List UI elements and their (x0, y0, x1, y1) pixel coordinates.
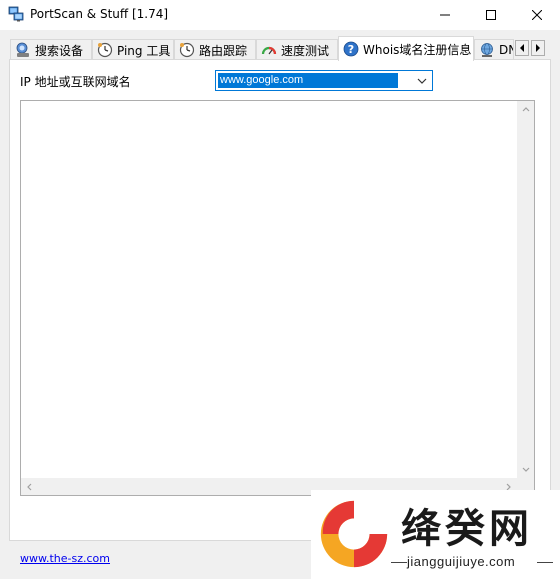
tab-dns[interactable]: DN (474, 39, 514, 60)
tab-traceroute[interactable]: 路由跟踪 (174, 39, 256, 60)
app-window: PortScan & Stuff [1.74] 搜索设备 Ping 工具 路由跟… (0, 0, 560, 579)
tab-label: Ping 工具 (117, 43, 171, 58)
maximize-icon (486, 10, 496, 20)
scroll-left-button[interactable] (21, 478, 38, 495)
ping-clock-icon (97, 42, 113, 58)
tab-search-devices[interactable]: 搜索设备 (10, 39, 92, 60)
dns-globe-icon (481, 43, 493, 57)
tab-label: Whois域名注册信息 (363, 42, 472, 57)
tab-label: 搜索设备 (35, 43, 84, 58)
tab-label: 路由跟踪 (199, 43, 248, 58)
host-dropdown-button[interactable] (414, 73, 430, 88)
title-bar[interactable]: PortScan & Stuff [1.74] (0, 0, 560, 30)
tab-scroll-right-button[interactable] (531, 40, 545, 56)
arrow-left-icon (27, 483, 32, 490)
watermark-url: jiangguijiuye.com (407, 554, 516, 569)
watermark-divider-left (391, 562, 407, 563)
watermark-logo-icon (320, 500, 388, 568)
tab-scroll-left-button[interactable] (515, 40, 529, 56)
tab-whois[interactable]: ? Whois域名注册信息 (338, 36, 474, 61)
host-input[interactable] (218, 73, 398, 88)
close-icon (532, 10, 542, 20)
host-combobox[interactable] (215, 70, 433, 91)
ip-domain-label: IP 地址或互联网域名 (20, 75, 131, 89)
arrow-left-icon (520, 44, 524, 52)
watermark-overlay: 绛癸网 jiangguijiuye.com (311, 490, 560, 579)
minimize-icon (440, 14, 450, 16)
speed-gauge-icon (261, 46, 277, 55)
minimize-button[interactable] (422, 0, 468, 30)
watermark-name: 绛癸网 (401, 506, 533, 552)
svg-text:?: ? (348, 43, 354, 56)
maximize-button[interactable] (468, 0, 514, 30)
tab-ping[interactable]: Ping 工具 (92, 39, 174, 60)
whois-results-textarea[interactable] (20, 100, 535, 496)
watermark-divider-right (537, 562, 553, 563)
help-question-icon: ? (343, 41, 359, 57)
website-link[interactable]: www.the-sz.com (20, 552, 110, 565)
tab-strip: 搜索设备 Ping 工具 路由跟踪 速度测试 ? Whois域名注册信息 D (0, 36, 560, 61)
chevron-down-icon (417, 78, 427, 84)
network-computer-icon (8, 6, 24, 22)
window-title: PortScan & Stuff [1.74] (30, 7, 169, 21)
arrow-up-icon (522, 107, 529, 112)
tab-label: DN (499, 43, 513, 57)
arrow-down-icon (522, 467, 529, 472)
arrow-right-icon (536, 44, 540, 52)
vertical-scrollbar[interactable] (517, 101, 534, 478)
close-button[interactable] (514, 0, 560, 30)
trace-clock-icon (179, 42, 195, 58)
tab-label: 速度测试 (281, 43, 330, 58)
tab-speed-test[interactable]: 速度测试 (256, 39, 338, 60)
scroll-down-button[interactable] (517, 461, 534, 478)
search-device-icon (16, 42, 29, 57)
scroll-up-button[interactable] (517, 101, 534, 118)
